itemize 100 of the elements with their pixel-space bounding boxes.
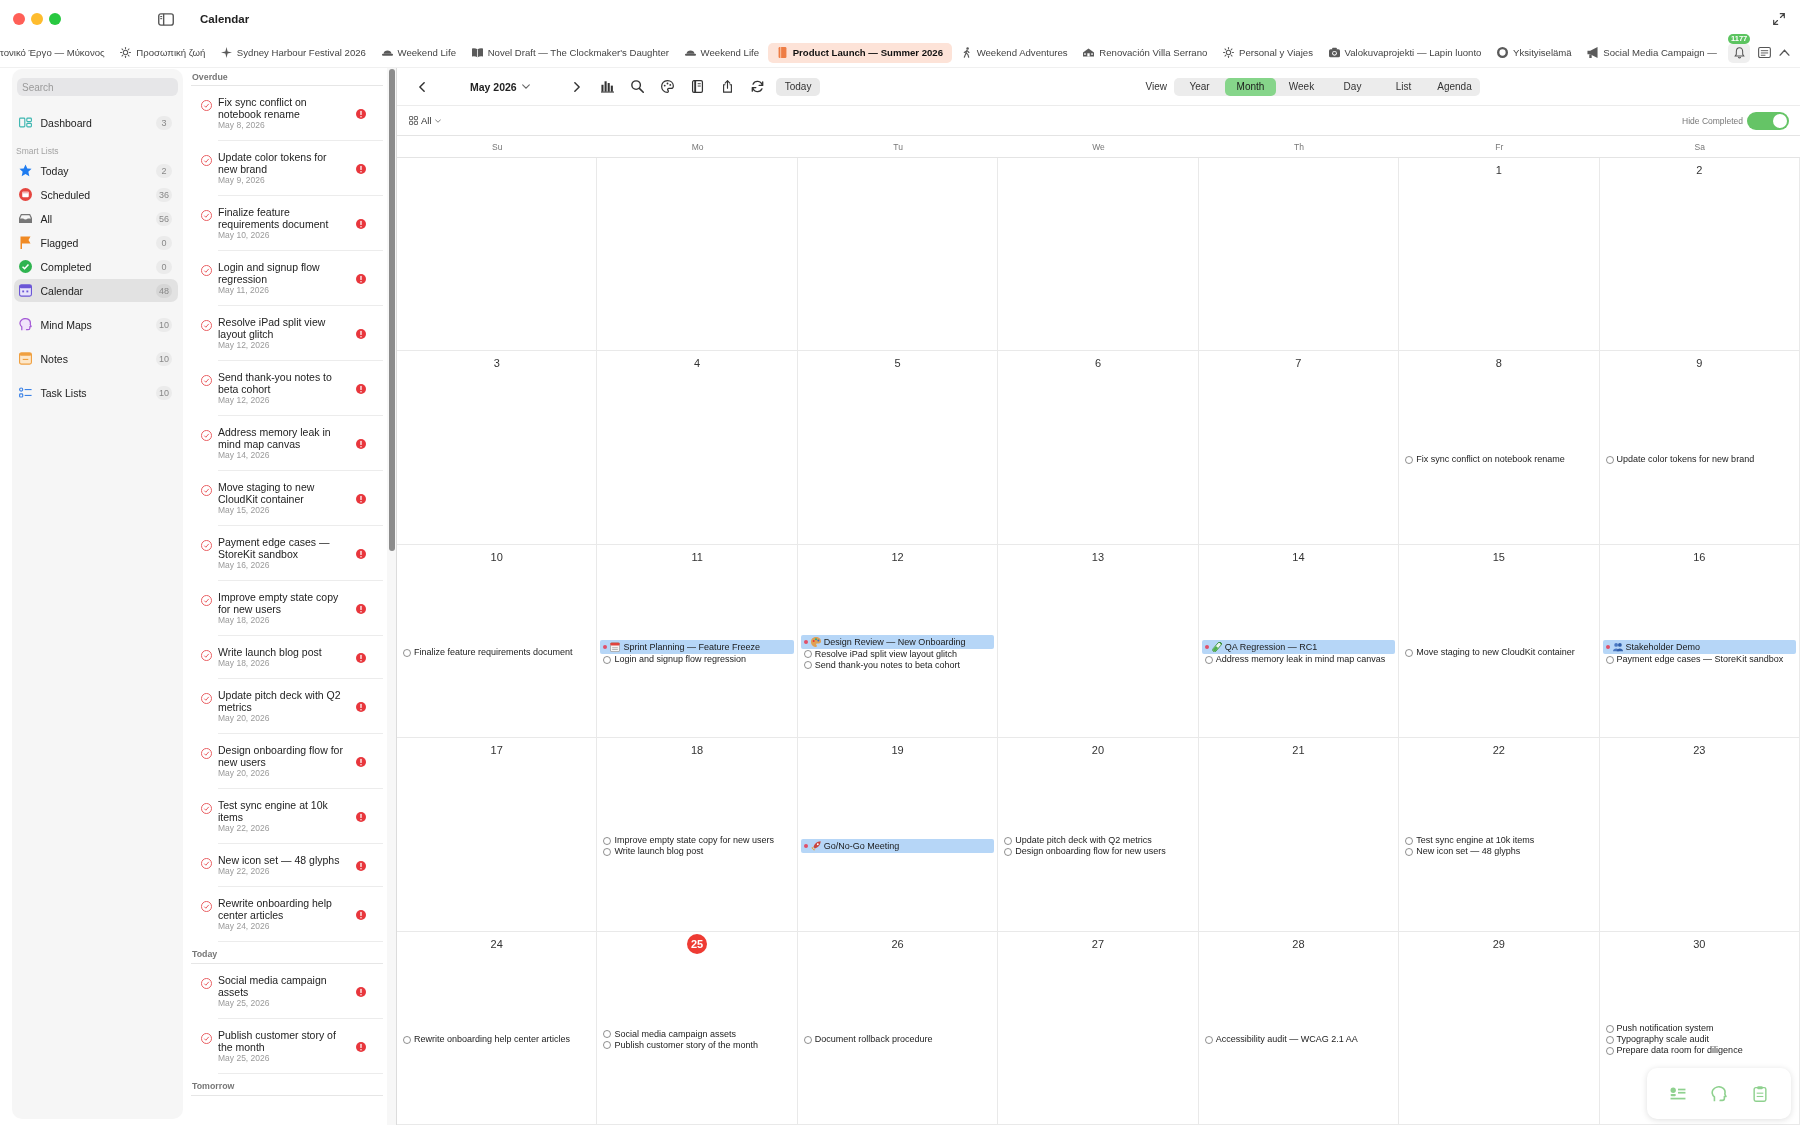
- calendar-task[interactable]: Move staging to new CloudKit container: [1402, 647, 1596, 659]
- sidebar-item[interactable]: Calendar 48: [14, 279, 178, 302]
- check-circle-icon[interactable]: [201, 650, 212, 661]
- tab[interactable]: Sydney Harbour Festival 2026: [213, 42, 373, 63]
- tab[interactable]: Personal y Viajes: [1216, 42, 1320, 63]
- tab[interactable]: Valokuvaprojekti — Lapin luonto: [1321, 42, 1489, 63]
- notification-button[interactable]: [1728, 42, 1750, 63]
- calendar-task[interactable]: Finalize feature requirements document: [400, 647, 594, 659]
- check-circle-icon[interactable]: [201, 1033, 212, 1044]
- check-circle-icon[interactable]: [201, 100, 212, 111]
- palette-icon[interactable]: [660, 80, 674, 93]
- task-title[interactable]: Improve empty state copy for new users: [218, 591, 344, 615]
- sidebar-item[interactable]: Dashboard 3: [14, 111, 178, 134]
- check-circle-icon[interactable]: [201, 210, 212, 221]
- task-title[interactable]: New icon set — 48 glyphs: [218, 854, 344, 866]
- sidebar-item[interactable]: Task Lists 10: [14, 381, 178, 404]
- calendar-task[interactable]: Update color tokens for new brand: [1602, 454, 1796, 466]
- task-title[interactable]: Design onboarding flow for new users: [218, 744, 344, 768]
- checkbox[interactable]: [1004, 847, 1013, 856]
- checkbox[interactable]: [1605, 1035, 1614, 1044]
- tab[interactable]: Weekend Adventures: [953, 42, 1075, 63]
- task-title[interactable]: Send thank-you notes to beta cohort: [218, 371, 344, 395]
- tab[interactable]: Novel Draft — The Clockmaker's Daughter: [464, 42, 676, 63]
- task-title[interactable]: Rewrite onboarding help center articles: [218, 897, 344, 921]
- toggle-switch[interactable]: [1747, 111, 1789, 130]
- sidebar-toggle-icon[interactable]: [158, 12, 174, 26]
- clipboard-icon[interactable]: [1752, 1085, 1769, 1102]
- view-tab[interactable]: Week: [1276, 77, 1327, 96]
- task-title[interactable]: Move staging to new CloudKit container: [218, 481, 344, 505]
- checkbox[interactable]: [803, 650, 812, 659]
- minimize-button[interactable]: [31, 13, 43, 25]
- calendar-task[interactable]: Rewrite onboarding help center articles: [400, 1034, 594, 1046]
- calendar-task[interactable]: Payment edge cases — StoreKit sandbox: [1602, 654, 1796, 666]
- task-title[interactable]: Fix sync conflict on notebook rename: [218, 96, 344, 120]
- check-circle-icon[interactable]: [201, 265, 212, 276]
- refresh-icon[interactable]: [750, 80, 764, 93]
- checkbox[interactable]: [1605, 656, 1614, 664]
- calendar-task[interactable]: Update pitch deck with Q2 metrics: [1001, 835, 1195, 847]
- sidebar-item[interactable]: All 56: [14, 207, 178, 230]
- chevron-left-icon[interactable]: [419, 81, 425, 92]
- checkbox[interactable]: [1405, 847, 1414, 856]
- close-button[interactable]: [13, 13, 25, 25]
- calendar-task[interactable]: Fix sync conflict on notebook rename: [1402, 454, 1596, 466]
- calendar-event[interactable]: QA Regression — RC1: [1201, 640, 1396, 655]
- tab[interactable]: Προσωπική ζωή: [113, 42, 213, 63]
- list-icon[interactable]: [1669, 1085, 1686, 1102]
- checkbox[interactable]: [1405, 649, 1414, 657]
- calendar-task[interactable]: Send thank-you notes to beta cohort: [800, 660, 995, 671]
- head-icon[interactable]: [1711, 1085, 1727, 1102]
- check-circle-icon[interactable]: [201, 858, 212, 869]
- calendar-task[interactable]: Write launch blog post: [600, 846, 794, 858]
- checkbox[interactable]: [1004, 836, 1013, 845]
- checkbox[interactable]: [1204, 656, 1213, 664]
- filter-button[interactable]: All: [409, 115, 441, 126]
- checkbox[interactable]: [603, 847, 612, 856]
- view-tab[interactable]: Year: [1174, 77, 1225, 96]
- chevron-right-icon[interactable]: [573, 81, 580, 92]
- task-title[interactable]: Login and signup flow regression: [218, 261, 344, 285]
- task-title[interactable]: Resolve iPad split view layout glitch: [218, 316, 344, 340]
- calendar-event[interactable]: Sprint Planning — Feature Freeze: [600, 640, 794, 655]
- checkbox[interactable]: [403, 1035, 411, 1044]
- checkbox[interactable]: [1204, 1035, 1213, 1044]
- month-picker[interactable]: May 2026: [470, 80, 530, 93]
- task-title[interactable]: Publish customer story of the month: [218, 1029, 344, 1053]
- calendar-task[interactable]: Social media campaign assets: [600, 1028, 794, 1040]
- sidebar-item[interactable]: Scheduled 36: [14, 183, 178, 206]
- checkbox[interactable]: [803, 1035, 812, 1044]
- view-tab[interactable]: Agenda: [1429, 77, 1480, 96]
- calendar-event[interactable]: Go/No-Go Meeting: [800, 839, 995, 854]
- search-icon[interactable]: [630, 80, 644, 93]
- task-title[interactable]: Test sync engine at 10k items: [218, 799, 344, 823]
- calendar-event[interactable]: Stakeholder Demo: [1602, 640, 1796, 655]
- scrollbar-thumb[interactable]: [389, 69, 395, 551]
- calendar-task[interactable]: Accessibility audit — WCAG 2.1 AA: [1201, 1034, 1396, 1046]
- checkbox[interactable]: [1605, 1024, 1614, 1033]
- calendar-task[interactable]: Design onboarding flow for new users: [1001, 846, 1195, 858]
- expand-icon[interactable]: [1773, 13, 1785, 25]
- check-circle-icon[interactable]: [201, 693, 212, 704]
- view-tab[interactable]: Day: [1327, 77, 1378, 96]
- checkbox[interactable]: [403, 649, 411, 657]
- chevron-up-icon[interactable]: [1779, 49, 1790, 56]
- tab[interactable]: Weekend Life: [374, 42, 463, 63]
- checkbox[interactable]: [1605, 1046, 1614, 1055]
- sidebar-item[interactable]: Notes 10: [14, 347, 178, 370]
- check-circle-icon[interactable]: [201, 375, 212, 386]
- check-circle-icon[interactable]: [201, 485, 212, 496]
- reader-icon[interactable]: [1758, 47, 1771, 58]
- check-circle-icon[interactable]: [201, 155, 212, 166]
- checkbox[interactable]: [603, 836, 612, 845]
- calendar-event[interactable]: Design Review — New Onboarding: [800, 635, 995, 649]
- checkbox[interactable]: [603, 1041, 612, 1050]
- check-circle-icon[interactable]: [201, 803, 212, 814]
- task-title[interactable]: Write launch blog post: [218, 646, 344, 658]
- checkbox[interactable]: [603, 1030, 612, 1039]
- checkbox[interactable]: [1405, 836, 1414, 845]
- sidebar-item[interactable]: Mind Maps 10: [14, 313, 178, 336]
- calendar-task[interactable]: Login and signup flow regression: [600, 654, 794, 666]
- calendar-task[interactable]: Push notification system: [1602, 1023, 1796, 1035]
- task-title[interactable]: Finalize feature requirements document: [218, 206, 344, 230]
- calendar-task[interactable]: Document rollback procedure: [800, 1034, 995, 1046]
